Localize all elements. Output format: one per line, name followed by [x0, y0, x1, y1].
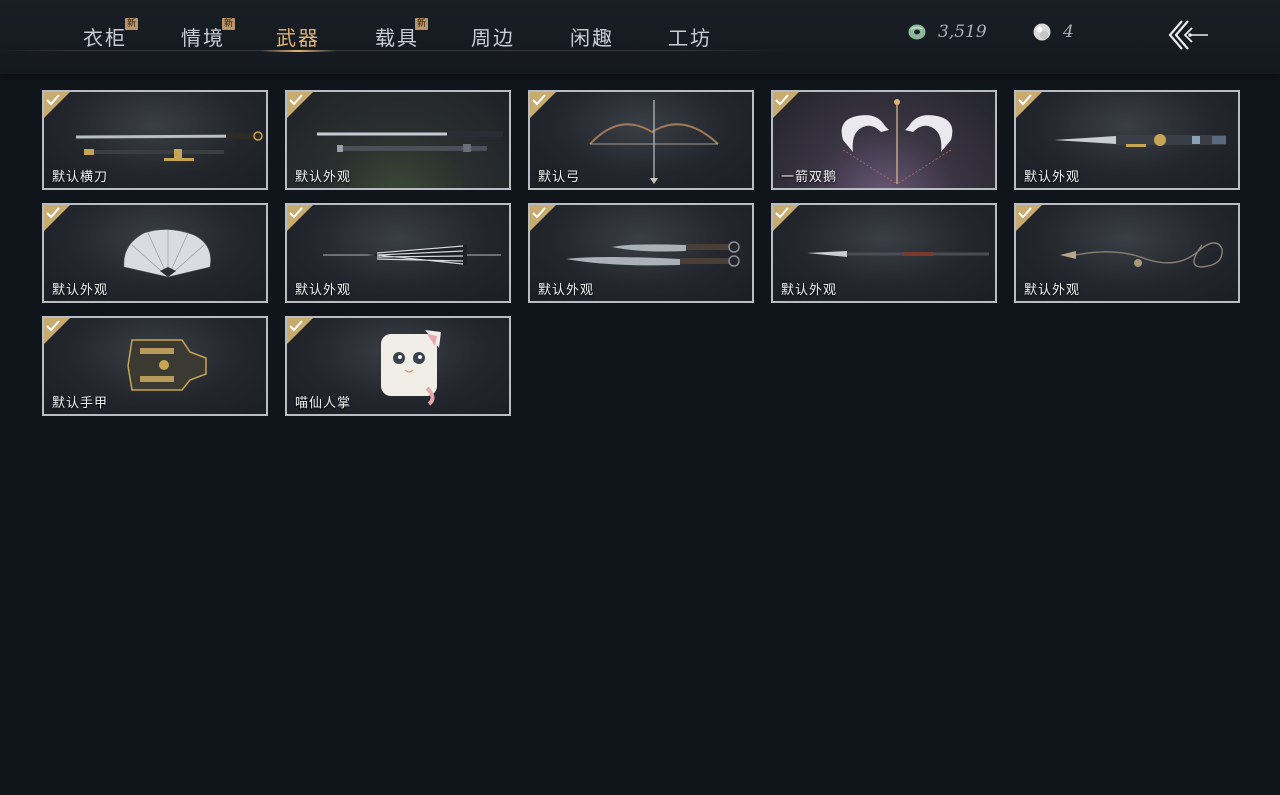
weapon-card[interactable]: 默认外观	[771, 203, 997, 303]
item-name: 默认外观	[1024, 283, 1081, 298]
back-arrow-icon	[1168, 20, 1208, 50]
jade-coin-icon	[908, 24, 926, 40]
item-name: 默认弓	[538, 170, 581, 185]
item-name: 喵仙人掌	[295, 396, 352, 411]
item-name: 默认外观	[1024, 170, 1081, 185]
weapon-card[interactable]: 默认外观	[42, 203, 268, 303]
active-tab-indicator	[260, 50, 336, 52]
pearl-amount: 4	[1063, 22, 1074, 42]
weapon-card[interactable]: 默认外观	[1014, 90, 1240, 190]
checkmark-icon	[289, 94, 303, 106]
item-name: 默认外观	[295, 283, 352, 298]
item-name: 一箭双鹅	[781, 170, 838, 185]
checkmark-icon	[46, 94, 60, 106]
checkmark-icon	[775, 207, 789, 219]
weapon-card[interactable]: 默认外观	[285, 90, 511, 190]
checkmark-icon	[532, 207, 546, 219]
item-name: 默认外观	[295, 170, 352, 185]
checkmark-icon	[1018, 207, 1032, 219]
weapon-card[interactable]: 喵仙人掌	[285, 316, 511, 416]
weapon-card[interactable]: 默认弓	[528, 90, 754, 190]
pearl-icon	[1033, 23, 1051, 41]
tab-workshop[interactable]: 工坊	[668, 22, 712, 50]
new-badge: 新	[415, 18, 428, 30]
new-badge: 新	[125, 18, 138, 30]
item-name: 默认外观	[538, 283, 595, 298]
weapon-card[interactable]: 默认横刀	[42, 90, 268, 190]
item-name: 默认外观	[781, 283, 838, 298]
checkmark-icon	[289, 207, 303, 219]
tab-mounts[interactable]: 载具	[375, 22, 419, 50]
weapon-card[interactable]: 一箭双鹅	[771, 90, 997, 190]
item-name: 默认外观	[52, 283, 109, 298]
weapon-card[interactable]: 默认外观	[1014, 203, 1240, 303]
tab-wardrobe[interactable]: 衣柜	[83, 22, 127, 50]
checkmark-icon	[46, 207, 60, 219]
new-badge: 新	[222, 18, 235, 30]
pearl-currency: 4	[1033, 20, 1074, 44]
checkmark-icon	[46, 320, 60, 332]
back-button[interactable]	[1166, 18, 1210, 52]
jade-currency: 3,519	[908, 20, 987, 44]
weapon-card[interactable]: 默认手甲	[42, 316, 268, 416]
tab-leisure[interactable]: 闲趣	[570, 22, 614, 50]
checkmark-icon	[289, 320, 303, 332]
tab-scenes[interactable]: 情境	[181, 22, 225, 50]
tab-divider-line	[0, 50, 790, 51]
tab-weapons[interactable]: 武器	[276, 22, 320, 50]
weapon-card[interactable]: 默认外观	[285, 203, 511, 303]
top-navigation-bar: 衣柜 新 情境 新 武器 载具 新 周边 闲趣 工坊 3,519 4	[0, 0, 1280, 74]
checkmark-icon	[1018, 94, 1032, 106]
item-name: 默认横刀	[52, 170, 109, 185]
weapon-card[interactable]: 默认外观	[528, 203, 754, 303]
checkmark-icon	[775, 94, 789, 106]
item-name: 默认手甲	[52, 396, 109, 411]
checkmark-icon	[532, 94, 546, 106]
jade-amount: 3,519	[938, 22, 987, 42]
tab-accessories[interactable]: 周边	[471, 22, 515, 50]
